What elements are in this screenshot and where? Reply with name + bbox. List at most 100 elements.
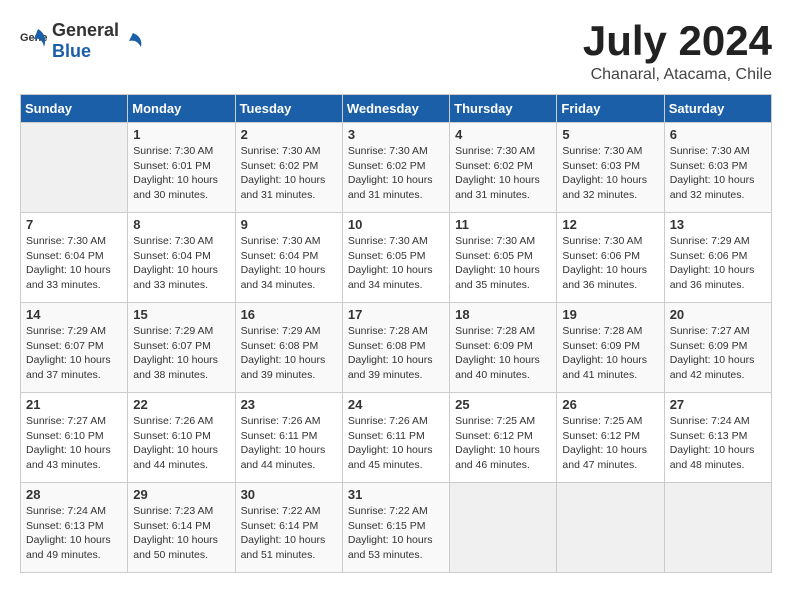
- calendar-cell: 29 Sunrise: 7:23 AM Sunset: 6:14 PM Dayli…: [128, 483, 235, 573]
- calendar-cell: 26Sunrise: 7:25 AM Sunset: 6:12 PM Dayli…: [557, 393, 664, 483]
- day-number: 25: [455, 397, 551, 412]
- day-number: 19: [562, 307, 658, 322]
- day-number: 30: [241, 487, 337, 502]
- day-number: 9: [241, 217, 337, 232]
- calendar-cell: 10 Sunrise: 7:30 AM Sunset: 6:05 PM Dayli…: [342, 213, 449, 303]
- day-number: 12: [562, 217, 658, 232]
- calendar-cell: [557, 483, 664, 573]
- calendar-cell: 20 Sunrise: 7:27 AM Sunset: 6:09 PM Dayli…: [664, 303, 771, 393]
- day-info: Sunrise: 7:27 AM Sunset: 6:10 PM Dayligh…: [26, 414, 122, 473]
- day-number: 29: [133, 487, 229, 502]
- calendar-cell: 15Sunrise: 7:29 AM Sunset: 6:07 PM Dayli…: [128, 303, 235, 393]
- day-number: 5: [562, 127, 658, 142]
- header-day-friday: Friday: [557, 95, 664, 123]
- day-number: 26: [562, 397, 658, 412]
- day-number: 22: [133, 397, 229, 412]
- location-title: Chanaral, Atacama, Chile: [583, 66, 772, 84]
- calendar-cell: 31 Sunrise: 7:22 AM Sunset: 6:15 PM Dayli…: [342, 483, 449, 573]
- day-info: Sunrise: 7:24 AM Sunset: 6:13 PM Dayligh…: [26, 504, 122, 563]
- day-number: 20: [670, 307, 766, 322]
- calendar-cell: 16Sunrise: 7:29 AM Sunset: 6:08 PM Dayli…: [235, 303, 342, 393]
- day-number: 17: [348, 307, 444, 322]
- week-row-1: 1Sunrise: 7:30 AM Sunset: 6:01 PM Daylig…: [21, 123, 772, 213]
- day-number: 21: [26, 397, 122, 412]
- calendar-cell: 12 Sunrise: 7:30 AM Sunset: 6:06 PM Dayli…: [557, 213, 664, 303]
- day-info: Sunrise: 7:30 AM Sunset: 6:02 PM Dayligh…: [348, 144, 444, 203]
- calendar-cell: [450, 483, 557, 573]
- calendar-cell: 22Sunrise: 7:26 AM Sunset: 6:10 PM Dayli…: [128, 393, 235, 483]
- day-number: 15: [133, 307, 229, 322]
- calendar-cell: 13Sunrise: 7:29 AM Sunset: 6:06 PM Dayli…: [664, 213, 771, 303]
- day-number: 23: [241, 397, 337, 412]
- day-info: Sunrise: 7:30 AM Sunset: 6:05 PM Dayligh…: [455, 234, 551, 293]
- calendar-cell: 28 Sunrise: 7:24 AM Sunset: 6:13 PM Dayli…: [21, 483, 128, 573]
- calendar-cell: 7Sunrise: 7:30 AM Sunset: 6:04 PM Daylig…: [21, 213, 128, 303]
- day-info: Sunrise: 7:25 AM Sunset: 6:12 PM Dayligh…: [455, 414, 551, 473]
- day-number: 28: [26, 487, 122, 502]
- day-info: Sunrise: 7:29 AM Sunset: 6:08 PM Dayligh…: [241, 324, 337, 383]
- calendar-cell: [21, 123, 128, 213]
- logo-icon: [123, 31, 143, 51]
- day-info: Sunrise: 7:30 AM Sunset: 6:03 PM Dayligh…: [562, 144, 658, 203]
- calendar-cell: 21 Sunrise: 7:27 AM Sunset: 6:10 PM Dayli…: [21, 393, 128, 483]
- calendar-cell: 2Sunrise: 7:30 AM Sunset: 6:02 PM Daylig…: [235, 123, 342, 213]
- day-info: Sunrise: 7:28 AM Sunset: 6:09 PM Dayligh…: [455, 324, 551, 383]
- day-number: 31: [348, 487, 444, 502]
- calendar-table: SundayMondayTuesdayWednesdayThursdayFrid…: [20, 94, 772, 573]
- day-number: 24: [348, 397, 444, 412]
- day-info: Sunrise: 7:26 AM Sunset: 6:11 PM Dayligh…: [241, 414, 337, 473]
- day-number: 27: [670, 397, 766, 412]
- calendar-cell: 11 Sunrise: 7:30 AM Sunset: 6:05 PM Dayli…: [450, 213, 557, 303]
- calendar-cell: 17 Sunrise: 7:28 AM Sunset: 6:08 PM Dayli…: [342, 303, 449, 393]
- day-number: 3: [348, 127, 444, 142]
- week-row-2: 7 Sunrise: 7:30 AM Sunset: 6:04 PM Daylig…: [21, 213, 772, 303]
- day-number: 7: [26, 217, 122, 232]
- calendar-cell: 8Sunrise: 7:30 AM Sunset: 6:04 PM Daylig…: [128, 213, 235, 303]
- day-info: Sunrise: 7:22 AM Sunset: 6:15 PM Dayligh…: [348, 504, 444, 563]
- day-info: Sunrise: 7:24 AM Sunset: 6:13 PM Dayligh…: [670, 414, 766, 473]
- day-number: 11: [455, 217, 551, 232]
- day-info: Sunrise: 7:28 AM Sunset: 6:09 PM Dayligh…: [562, 324, 658, 383]
- calendar-cell: 3 Sunrise: 7:30 AM Sunset: 6:02 PM Daylig…: [342, 123, 449, 213]
- day-info: Sunrise: 7:22 AM Sunset: 6:14 PM Dayligh…: [241, 504, 337, 563]
- day-number: 18: [455, 307, 551, 322]
- day-info: Sunrise: 7:30 AM Sunset: 6:06 PM Dayligh…: [562, 234, 658, 293]
- day-info: Sunrise: 7:30 AM Sunset: 6:03 PM Dayligh…: [670, 144, 766, 203]
- header-day-wednesday: Wednesday: [342, 95, 449, 123]
- week-row-4: 21 Sunrise: 7:27 AM Sunset: 6:10 PM Dayli…: [21, 393, 772, 483]
- calendar-cell: 5 Sunrise: 7:30 AM Sunset: 6:03 PM Daylig…: [557, 123, 664, 213]
- day-number: 10: [348, 217, 444, 232]
- calendar-cell: 25 Sunrise: 7:25 AM Sunset: 6:12 PM Dayli…: [450, 393, 557, 483]
- header-day-saturday: Saturday: [664, 95, 771, 123]
- calendar-cell: 23 Sunrise: 7:26 AM Sunset: 6:11 PM Dayli…: [235, 393, 342, 483]
- calendar-cell: 30 Sunrise: 7:22 AM Sunset: 6:14 PM Dayli…: [235, 483, 342, 573]
- header-day-thursday: Thursday: [450, 95, 557, 123]
- week-row-5: 28 Sunrise: 7:24 AM Sunset: 6:13 PM Dayli…: [21, 483, 772, 573]
- day-number: 6: [670, 127, 766, 142]
- day-info: Sunrise: 7:30 AM Sunset: 6:04 PM Dayligh…: [133, 234, 229, 293]
- header-day-monday: Monday: [128, 95, 235, 123]
- week-row-3: 14 Sunrise: 7:29 AM Sunset: 6:07 PM Dayli…: [21, 303, 772, 393]
- logo: General General Blue: [20, 20, 143, 62]
- calendar-cell: [664, 483, 771, 573]
- day-number: 2: [241, 127, 337, 142]
- calendar-cell: 6 Sunrise: 7:30 AM Sunset: 6:03 PM Daylig…: [664, 123, 771, 213]
- day-info: Sunrise: 7:23 AM Sunset: 6:14 PM Dayligh…: [133, 504, 229, 563]
- day-info: Sunrise: 7:29 AM Sunset: 6:07 PM Dayligh…: [26, 324, 122, 383]
- calendar-cell: 14 Sunrise: 7:29 AM Sunset: 6:07 PM Dayli…: [21, 303, 128, 393]
- logo-general: General: [52, 20, 119, 40]
- calendar-cell: 4 Sunrise: 7:30 AM Sunset: 6:02 PM Daylig…: [450, 123, 557, 213]
- header: General General Blue July 2024 Chanaral,…: [20, 20, 772, 84]
- day-number: 4: [455, 127, 551, 142]
- day-info: Sunrise: 7:30 AM Sunset: 6:05 PM Dayligh…: [348, 234, 444, 293]
- header-day-sunday: Sunday: [21, 95, 128, 123]
- header-day-tuesday: Tuesday: [235, 95, 342, 123]
- calendar-cell: 27 Sunrise: 7:24 AM Sunset: 6:13 PM Dayli…: [664, 393, 771, 483]
- day-info: Sunrise: 7:28 AM Sunset: 6:08 PM Dayligh…: [348, 324, 444, 383]
- calendar-cell: 18 Sunrise: 7:28 AM Sunset: 6:09 PM Dayli…: [450, 303, 557, 393]
- day-number: 14: [26, 307, 122, 322]
- day-info: Sunrise: 7:30 AM Sunset: 6:02 PM Dayligh…: [455, 144, 551, 203]
- calendar-cell: 9Sunrise: 7:30 AM Sunset: 6:04 PM Daylig…: [235, 213, 342, 303]
- day-number: 13: [670, 217, 766, 232]
- day-info: Sunrise: 7:27 AM Sunset: 6:09 PM Dayligh…: [670, 324, 766, 383]
